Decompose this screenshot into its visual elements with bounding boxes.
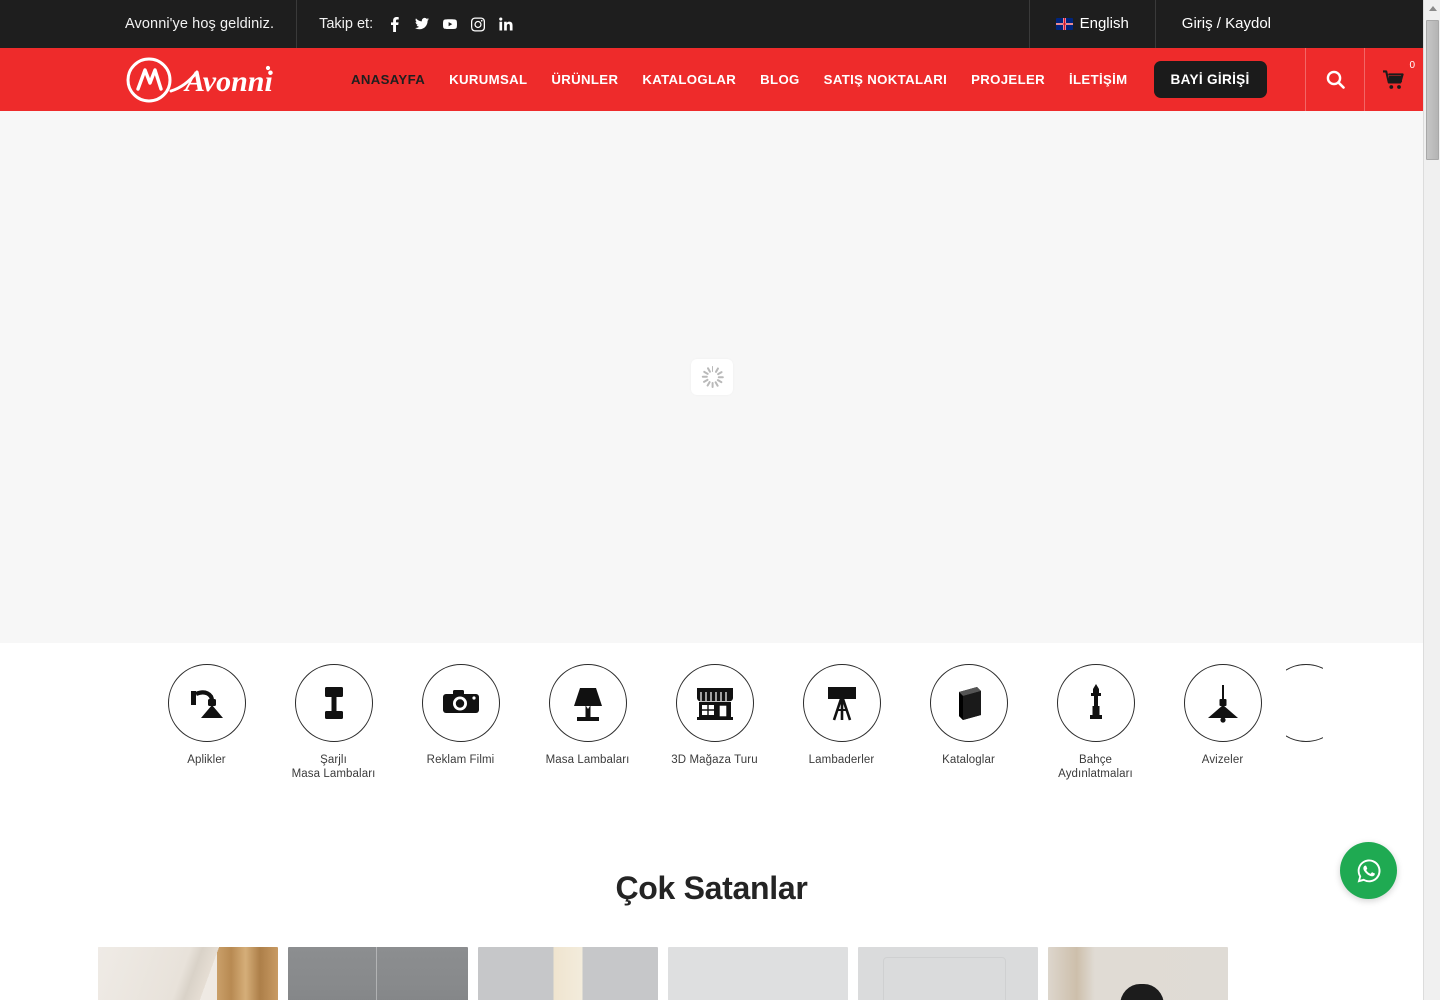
login-register-link[interactable]: Giriş / Kaydol [1156,0,1297,48]
hero-slider[interactable] [0,111,1423,643]
category-item-sarjli-masa-lambalari[interactable]: Şarjlı Masa Lambaları [270,664,397,782]
category-icon-circle [929,664,1008,742]
category-label: Şarjlı Masa Lambaları [291,754,376,781]
wall-sconce-icon [190,690,223,718]
shopping-cart-icon [1383,69,1404,89]
category-icon-circle [675,664,754,742]
facebook-icon[interactable] [387,16,401,32]
product-image-6 [1048,947,1228,1000]
language-switcher[interactable]: English [1030,0,1155,48]
category-icon-circle [1056,664,1135,742]
svg-text:Avonni: Avonni [183,65,273,98]
product-card-6[interactable] [1048,947,1228,1000]
category-label: Masa Lambaları [545,754,630,766]
nav-right-actions: 0 [1305,48,1423,111]
language-label: English [1079,15,1129,32]
cart-count-badge: 0 [1409,60,1415,71]
welcome-text: Avonni'ye hoş geldiniz. [125,16,275,32]
scrollbar-up-arrow-icon[interactable] [1424,0,1440,17]
instagram-icon[interactable] [471,16,486,32]
category-label: Kataloglar [942,754,995,766]
linkedin-icon[interactable] [499,16,513,32]
top-bar: Avonni'ye hoş geldiniz. Takip et: Englis… [0,0,1423,48]
category-item-avizeler[interactable]: Avizeler [1159,664,1286,767]
product-card-1[interactable] [98,947,278,1000]
category-icon-circle [421,664,500,742]
product-card-4[interactable] [668,947,848,1000]
dealer-login-button[interactable]: BAYİ GİRİŞİ [1153,61,1267,98]
category-icon-circle [548,664,627,742]
product-grid [0,947,1423,1000]
category-item-lambaderler[interactable]: Lambaderler [778,664,905,767]
nav-item-kataloglar[interactable]: KATALOGLAR [630,72,748,87]
nav-item-satis-noktalari[interactable]: SATIŞ NOKTALARI [812,72,959,87]
category-icon-circle [802,664,881,742]
category-label: Lambaderler [808,754,875,766]
twitter-icon[interactable] [415,16,430,32]
category-track: Aplikler Şarjlı Masa Lambaları Reklam Fi… [143,643,1323,782]
cordless-table-lamp-icon [324,687,343,719]
scrollbar-thumb[interactable] [1426,20,1439,160]
nav-item-projeler[interactable]: PROJELER [959,72,1057,87]
category-item-3d-magaza-turu[interactable]: 3D Mağaza Turu [651,664,778,767]
best-sellers-title: Çok Satanlar [615,870,808,906]
search-button[interactable] [1306,48,1364,111]
nav-item-urunler[interactable]: ÜRÜNLER [539,72,630,87]
category-icon-circle [294,664,373,742]
category-label: Bahçe Aydınlatmaları [1058,754,1133,781]
main-navigation: Avonni ANASAYFA KURUMSAL ÜRÜNLER KATALOG… [0,48,1423,111]
category-icon-circle [1183,664,1262,742]
product-image-4 [668,947,848,1000]
whatsapp-button[interactable] [1340,842,1397,899]
product-card-3[interactable] [478,947,658,1000]
top-bar-divider [296,0,298,48]
table-lamp-icon [573,688,602,721]
follow-label: Takip et: [319,16,374,32]
product-image-2 [288,947,468,1000]
category-item-next-partial[interactable] [1286,664,1323,742]
storefront-icon [696,688,733,720]
top-bar-right: English Giriş / Kaydol [1028,0,1297,48]
camera-icon [442,690,479,713]
category-item-aplikler[interactable]: Aplikler [143,664,270,767]
category-item-kataloglar[interactable]: Kataloglar [905,664,1032,767]
category-label: 3D Mağaza Turu [671,754,758,766]
chandelier-icon [1207,685,1238,723]
product-image-3 [478,947,658,1000]
best-sellers-section: Çok Satanlar [0,870,1423,1000]
uk-flag-icon [1055,18,1073,30]
category-item-bahce-aydinlatmalari[interactable]: Bahçe Aydınlatmaları [1032,664,1159,782]
social-links [387,16,513,32]
category-icon-circle [167,664,246,742]
book-icon [958,687,981,720]
nav-item-blog[interactable]: BLOG [748,72,812,87]
nav-item-kurumsal[interactable]: KURUMSAL [437,72,539,87]
category-label: Reklam Filmi [426,754,495,766]
spinner-icon [701,366,724,388]
floor-lamp-icon [827,687,856,721]
avonni-logo[interactable]: Avonni [125,56,277,104]
product-card-2[interactable] [288,947,468,1000]
page-scrollbar[interactable] [1423,0,1440,1000]
product-image-5 [858,947,1038,1000]
nav-item-iletisim[interactable]: İLETİŞİM [1057,72,1139,87]
page-root: Avonni'ye hoş geldiniz. Takip et: Englis… [0,0,1423,1000]
nav-item-anasayfa[interactable]: ANASAYFA [339,72,437,87]
category-item-reklam-filmi[interactable]: Reklam Filmi [397,664,524,767]
product-card-5[interactable] [858,947,1038,1000]
nav-links: ANASAYFA KURUMSAL ÜRÜNLER KATALOGLAR BLO… [339,61,1267,98]
top-bar-left: Avonni'ye hoş geldiniz. Takip et: [125,0,513,48]
search-icon [1326,70,1345,89]
category-carousel: Aplikler Şarjlı Masa Lambaları Reklam Fi… [0,643,1423,808]
cart-button[interactable]: 0 [1365,48,1423,111]
hero-loading-indicator [690,359,733,395]
category-item-masa-lambalari[interactable]: Masa Lambaları [524,664,651,767]
youtube-icon[interactable] [443,16,458,32]
category-label: Aplikler [187,754,226,766]
whatsapp-icon [1357,859,1381,882]
garden-lamp-post-icon [1089,684,1102,719]
category-icon-circle [1286,664,1323,742]
product-image-1 [98,947,278,1000]
category-label: Avizeler [1201,754,1244,766]
